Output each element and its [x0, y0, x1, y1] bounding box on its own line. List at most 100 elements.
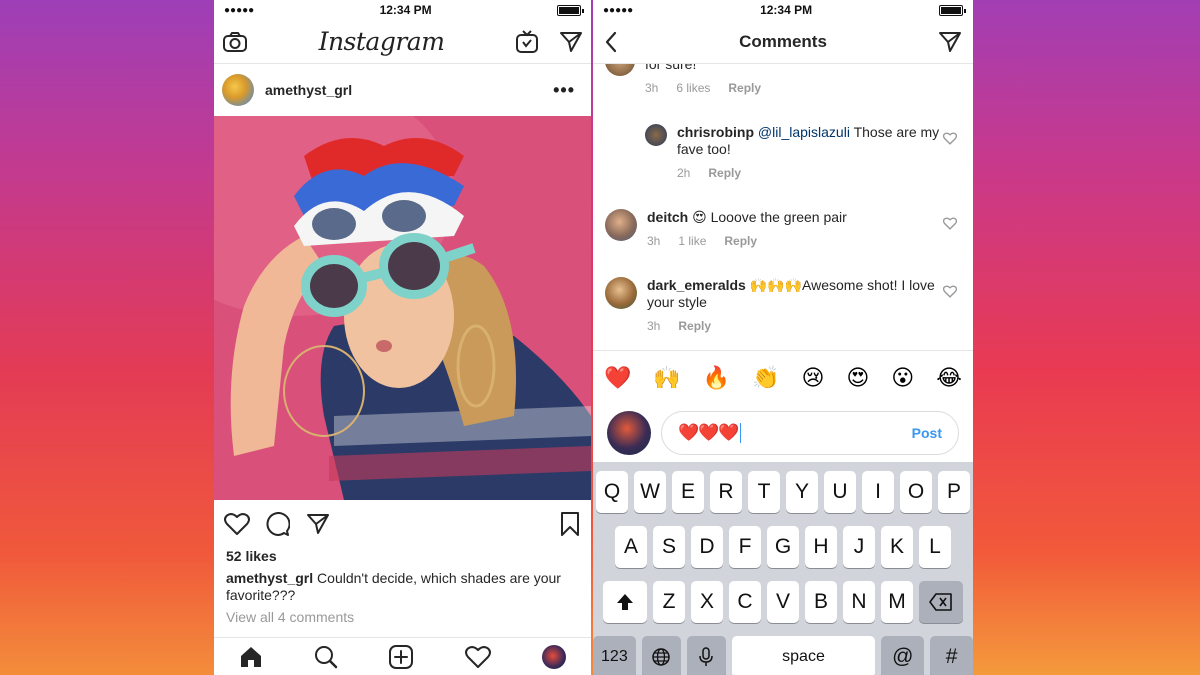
key-v[interactable]: V	[767, 581, 799, 623]
key-s[interactable]: S	[653, 526, 685, 568]
post-button[interactable]: Post	[912, 425, 942, 441]
avatar[interactable]	[222, 74, 254, 106]
list-item: deitch 😍 Looove the green pair 3h 1 like…	[605, 209, 963, 250]
activity-heart-icon[interactable]	[465, 645, 492, 669]
emoji-fire[interactable]: 🔥	[703, 365, 730, 391]
reply-link[interactable]: Reply	[724, 233, 757, 250]
post-username[interactable]: amethyst_grl	[265, 82, 553, 98]
caption-username[interactable]: amethyst_grl	[226, 570, 313, 586]
back-chevron-icon[interactable]	[603, 30, 619, 54]
profile-avatar-tab[interactable]	[541, 644, 566, 669]
comment-username[interactable]: deitch	[647, 209, 688, 225]
igtv-icon[interactable]	[515, 29, 539, 54]
key-j[interactable]: J	[843, 526, 875, 568]
signal-indicator: ●●●●●	[224, 4, 255, 16]
new-post-icon[interactable]	[388, 644, 414, 670]
key-m[interactable]: M	[881, 581, 913, 623]
globe-key-icon[interactable]	[641, 636, 681, 675]
key-r[interactable]: R	[710, 471, 742, 513]
avatar	[607, 411, 651, 455]
comment-likes[interactable]: 1 like	[678, 233, 706, 250]
comment-likes[interactable]: 6 likes	[676, 81, 710, 95]
emoji-heart[interactable]: ❤️	[604, 365, 631, 391]
microphone-key-icon[interactable]	[686, 636, 726, 675]
key-t[interactable]: T	[748, 471, 780, 513]
keyboard-row-4: 123 space @ #	[593, 636, 973, 675]
comment-body: deitch 😍 Looove the green pair 3h 1 like…	[647, 209, 943, 250]
key-i[interactable]: I	[862, 471, 894, 513]
avatar[interactable]	[645, 124, 667, 146]
more-options-icon[interactable]: •••	[553, 80, 583, 101]
comment-username[interactable]: chrisrobinp	[677, 124, 754, 140]
avatar[interactable]	[605, 277, 637, 309]
direct-message-icon[interactable]	[937, 30, 963, 54]
reply-link[interactable]: Reply	[728, 81, 761, 95]
key-w[interactable]: W	[634, 471, 666, 513]
key-a[interactable]: A	[615, 526, 647, 568]
post-actions	[214, 500, 591, 548]
emoji-surprised[interactable]: 😮	[891, 365, 914, 391]
comment-time: 3h	[647, 234, 661, 248]
space-key[interactable]: space	[731, 636, 876, 675]
comment-username[interactable]: dark_emeralds	[647, 277, 746, 293]
comment-input-text[interactable]: ❤️❤️❤️	[678, 423, 912, 444]
key-u[interactable]: U	[824, 471, 856, 513]
view-all-comments-link[interactable]: View all 4 comments	[214, 604, 591, 625]
camera-icon[interactable]	[222, 30, 248, 54]
key-p[interactable]: P	[938, 471, 970, 513]
key-b[interactable]: B	[805, 581, 837, 623]
at-key[interactable]: @	[881, 636, 925, 675]
like-comment-heart-icon[interactable]	[942, 277, 963, 335]
avatar[interactable]	[605, 64, 635, 76]
key-o[interactable]: O	[900, 471, 932, 513]
direct-message-icon[interactable]	[559, 30, 583, 54]
key-c[interactable]: C	[729, 581, 761, 623]
like-comment-heart-icon[interactable]	[942, 124, 963, 182]
like-comment-heart-icon[interactable]	[942, 209, 963, 250]
status-bar: ●●●●● 12:34 PM	[593, 0, 973, 20]
comment-text-partial: for sure!	[645, 64, 697, 72]
search-icon[interactable]	[314, 645, 338, 669]
key-z[interactable]: Z	[653, 581, 685, 623]
emoji-laughing[interactable]: 😂	[936, 365, 962, 391]
key-k[interactable]: K	[881, 526, 913, 568]
post-caption: amethyst_grl Couldn't decide, which shad…	[214, 564, 591, 604]
share-icon[interactable]	[306, 512, 330, 536]
avatar[interactable]	[605, 209, 637, 241]
reply-link[interactable]: Reply	[708, 165, 741, 182]
key-q[interactable]: Q	[596, 471, 628, 513]
keyboard-row-2: A S D F G H J K L	[593, 526, 973, 568]
key-x[interactable]: X	[691, 581, 723, 623]
key-h[interactable]: H	[805, 526, 837, 568]
comment-body: dark_emeralds 🙌🙌🙌Awesome shot! I love yo…	[647, 277, 943, 335]
emoji-clap[interactable]: 👏	[752, 365, 779, 391]
post-photo[interactable]	[214, 116, 591, 500]
heart-icon[interactable]	[224, 512, 250, 536]
backspace-key-icon[interactable]	[919, 581, 963, 623]
like-count[interactable]: 52 likes	[214, 548, 591, 564]
key-n[interactable]: N	[843, 581, 875, 623]
battery-icon	[938, 4, 966, 16]
key-g[interactable]: G	[767, 526, 799, 568]
emoji-heart-eyes[interactable]: 😍	[846, 365, 869, 391]
signal-indicator: ●●●●●	[603, 4, 634, 16]
key-y[interactable]: Y	[786, 471, 818, 513]
key-l[interactable]: L	[919, 526, 951, 568]
home-icon[interactable]	[239, 645, 263, 669]
list-item: dark_emeralds 🙌🙌🙌Awesome shot! I love yo…	[605, 277, 963, 335]
shift-key-icon[interactable]	[603, 581, 647, 623]
status-time: 12:34 PM	[760, 3, 813, 17]
hash-key[interactable]: #	[930, 636, 973, 675]
key-e[interactable]: E	[672, 471, 704, 513]
emoji-crying[interactable]: 😢	[801, 365, 824, 391]
key-f[interactable]: F	[729, 526, 761, 568]
numbers-key[interactable]: 123	[593, 636, 636, 675]
emoji-raised-hands[interactable]: 🙌	[653, 365, 680, 391]
comment-icon[interactable]	[266, 512, 290, 536]
background-right	[973, 0, 1200, 675]
key-d[interactable]: D	[691, 526, 723, 568]
comment-mention[interactable]: @lil_lapislazuli	[758, 124, 850, 140]
bookmark-icon[interactable]	[559, 511, 581, 537]
reply-link[interactable]: Reply	[678, 318, 711, 335]
comment-input[interactable]: ❤️❤️❤️ Post	[661, 411, 959, 455]
